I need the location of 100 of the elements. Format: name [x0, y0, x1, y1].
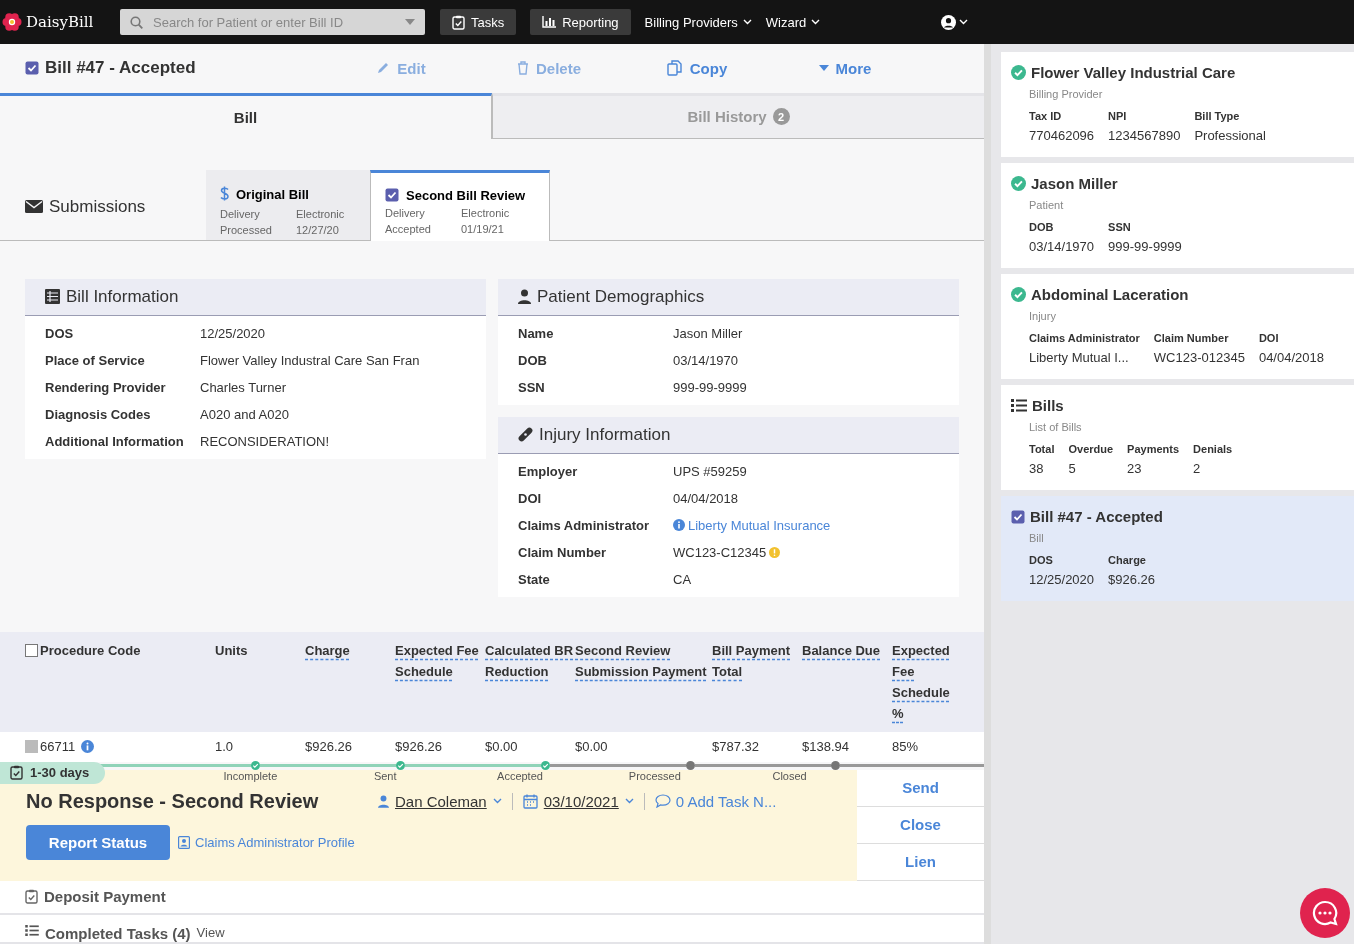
field-value: 999-99-9999 [1108, 239, 1182, 254]
id-card-icon [178, 836, 190, 849]
field-value: 12/25/2020 [200, 326, 266, 341]
clipboard-check-icon [25, 889, 38, 905]
field-value: CA [673, 572, 692, 587]
field-label: DOI [518, 491, 543, 506]
field-label: Denials [1193, 443, 1233, 455]
summary-card[interactable]: Abdominal Laceration Injury Claims Administrator Liberty Mutual I... Claim Number WC123-012345 DOI 04/04/2018 [1001, 274, 1354, 379]
field-value: Liberty Mutual I... [1029, 350, 1130, 365]
user-menu[interactable] [941, 14, 968, 30]
field-link[interactable]: Liberty Mutual Insurance [688, 518, 831, 533]
nav-menu[interactable]: Wizard [765, 14, 821, 30]
summary-card[interactable]: Jason Miller Patient DOB 03/14/1970 SSN 999-99-9999 [1001, 163, 1354, 268]
field-label: SSN [518, 380, 546, 395]
field-value: 04/04/2018 [673, 491, 739, 506]
field-value: 03/14/1970 [1029, 239, 1095, 254]
table-cell: $0.00 [575, 739, 608, 755]
summary-card[interactable]: Bills List of Bills Total 38 Overdue 5 Payments 23 Denials 2 [1001, 385, 1354, 490]
deposit-payment-label: Deposit Payment [44, 888, 166, 906]
card-subtitle: Patient [1029, 199, 1065, 211]
field-value: 770462096 [1029, 128, 1095, 143]
trash-icon [517, 61, 529, 76]
column-header: Units [215, 642, 248, 660]
field-label: Place of Service [45, 353, 146, 368]
check-circle-icon [1011, 176, 1026, 191]
field-value: UPS #59259 [673, 464, 747, 479]
checkbox-icon [25, 61, 39, 76]
field-label: Employer [518, 464, 579, 479]
submission-tab[interactable]: Second Bill Review Delivery Electronic Accepted 01/19/21 [370, 170, 550, 241]
field-label: NPI [1108, 110, 1128, 122]
profile-link[interactable]: Claims Administrator Profile [178, 835, 355, 850]
column-header: Second Review Submission Payment [575, 642, 708, 681]
section-title: Injury Information [539, 425, 671, 445]
table-cell: $138.94 [802, 739, 849, 755]
assignee-dropdown[interactable]: Dan Coleman [368, 793, 513, 810]
field-label: Total [1029, 443, 1055, 455]
table-cell: 66711 [40, 739, 76, 755]
field-label: DOS [1029, 554, 1054, 566]
person-icon [378, 795, 389, 808]
submission-tab[interactable]: Original Bill Delivery Electronic Processed 12/27/20 [206, 170, 370, 240]
calendar-icon [522, 794, 538, 809]
checkbox[interactable] [25, 644, 38, 657]
field-label: Charge [1108, 554, 1147, 566]
checkbox-icon [1011, 509, 1025, 524]
field-label: Overdue [1068, 443, 1114, 455]
caret-icon [492, 798, 502, 805]
field-label: DOI [1258, 332, 1280, 344]
check-circle-icon [1011, 65, 1026, 80]
nav-menu[interactable]: Billing Providers [644, 14, 752, 30]
field-value: Professional [1194, 128, 1266, 143]
field-value: 12/27/20 [296, 224, 340, 236]
tasks-button[interactable]: Tasks [440, 9, 517, 35]
field-value: 1234567890 [1108, 128, 1181, 143]
notes-link[interactable]: 0 Add Task N... [644, 793, 777, 810]
column-header: Balance Due [802, 642, 881, 660]
card-title: Abdominal Laceration [1031, 286, 1189, 303]
copy-icon [666, 60, 683, 77]
column-header: Expected Fee Schedule % [892, 642, 951, 723]
field-label: Name [518, 326, 555, 341]
summary-card[interactable]: Bill #47 - Accepted Bill DOS 12/25/2020 Charge $926.26 [1001, 496, 1354, 601]
field-label: Accepted [385, 223, 432, 235]
column-header: Bill Payment Total [712, 642, 792, 681]
field-value: 23 [1127, 461, 1143, 476]
submission-title: Original Bill [236, 187, 309, 203]
field-value: 2 [1193, 461, 1202, 476]
step-label: Incomplete [222, 770, 279, 782]
tab[interactable]: Bill [0, 92, 492, 140]
field-value: $926.26 [1108, 572, 1156, 587]
field-label: SSN [1108, 221, 1132, 233]
field-value: A020 and A020 [200, 407, 289, 422]
report-status-button[interactable]: Report Status [26, 825, 170, 860]
step-label: Closed [771, 770, 808, 782]
date-dropdown[interactable]: 03/10/2021 [512, 793, 645, 810]
column-header: Charge [305, 642, 350, 660]
field-value: 12/25/2020 [1029, 572, 1095, 587]
field-label: Processed [220, 224, 273, 236]
field-label: DOB [1029, 221, 1055, 233]
checkbox[interactable] [25, 740, 38, 754]
column-header: Expected Fee Schedule [395, 642, 480, 681]
count-badge: 2 [772, 108, 790, 126]
field-label: State [518, 572, 551, 587]
bandage-icon [518, 427, 533, 443]
search-input[interactable]: Search for Patient or enter Bill ID [151, 13, 397, 31]
field-value: 38 [1029, 461, 1045, 476]
field-value: Charles Turner [200, 380, 286, 395]
caret-icon [818, 65, 829, 72]
summary-card[interactable]: Flower Valley Industrial Care Billing Provider Tax ID 770462096 NPI 1234567890 Bill Type Professional [1001, 52, 1354, 157]
reporting-button[interactable]: Reporting [530, 9, 631, 35]
submissions-label: Submissions [49, 196, 146, 217]
list-icon [1011, 399, 1027, 412]
field-value: WC123-012345 [1153, 350, 1245, 365]
table-icon [45, 289, 60, 305]
section-title: Patient Demographics [537, 287, 705, 307]
clipboard-check-icon [10, 765, 23, 781]
table-cell: $926.26 [305, 739, 352, 755]
field-value: Electronic [296, 208, 346, 220]
search-field[interactable]: Search for Patient or enter Bill ID [120, 9, 425, 35]
person-icon [518, 289, 531, 305]
check-circle-icon [1011, 287, 1026, 302]
view-link[interactable]: View [196, 925, 225, 940]
